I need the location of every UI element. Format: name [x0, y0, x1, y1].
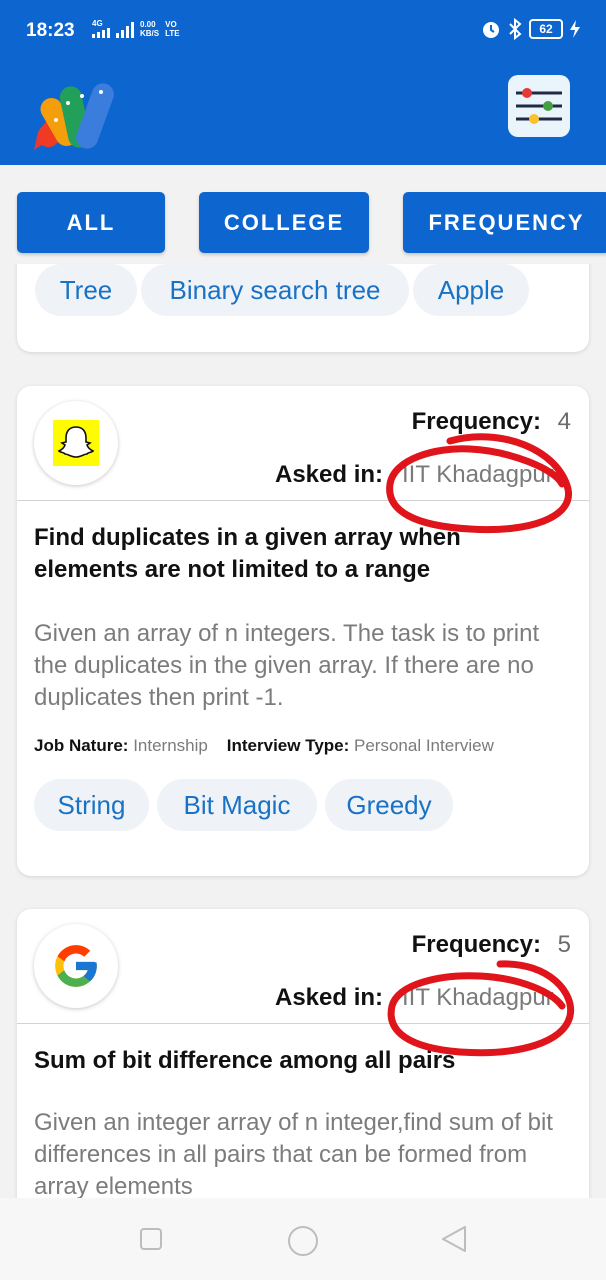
charging-icon	[570, 20, 580, 38]
back-triangle-icon[interactable]	[441, 1225, 467, 1253]
home-circle-icon[interactable]	[287, 1225, 319, 1257]
filter-chips: ALL COLLEGE FREQUENCY	[0, 192, 606, 254]
frequency-label: Frequency:	[411, 408, 541, 435]
question-description: Given an integer array of n integer,find…	[34, 1109, 553, 1198]
battery-icon: 62	[529, 19, 563, 39]
tag-chip[interactable]: Bit Magic	[157, 779, 317, 831]
alarm-icon	[483, 22, 499, 38]
app-bar	[0, 62, 606, 165]
company-logo	[34, 401, 118, 485]
tag-chip[interactable]: Greedy	[325, 779, 453, 831]
volte-top: VO	[165, 20, 177, 29]
question-title[interactable]: Sum of bit difference among all pairs	[34, 1045, 554, 1077]
google-icon	[55, 945, 97, 987]
question-description: Given an array of n integers. The task i…	[34, 620, 540, 711]
filter-college-button[interactable]: COLLEGE	[199, 192, 369, 253]
system-nav-bar	[0, 1198, 606, 1280]
card-divider	[17, 500, 589, 501]
signal-icon	[92, 28, 110, 38]
job-nature-value: Internship	[133, 736, 208, 755]
status-icons: 62	[481, 18, 580, 40]
company-logo	[34, 924, 118, 1008]
status-time: 18:23	[26, 20, 75, 41]
volte-bottom: LTE	[165, 29, 180, 38]
question-card[interactable]: Frequency: 4 Asked in: IIT Khadagpur Fin…	[17, 386, 589, 876]
frequency-label: Frequency:	[411, 931, 541, 958]
tag-chip[interactable]: Binary search tree	[141, 264, 409, 316]
network-type: 4G	[92, 19, 103, 28]
asked-in-value: IIT Khadagpur	[402, 984, 554, 1011]
network-indicators: 4G 0.00 KB/S VO LTE	[92, 19, 180, 38]
job-meta: Job Nature: Internship Interview Type: P…	[34, 736, 494, 756]
snapchat-icon	[53, 420, 99, 466]
question-card-partial[interactable]: Tree Binary search tree Apple	[17, 264, 589, 352]
recents-square-icon[interactable]	[139, 1227, 163, 1251]
app-logo-icon[interactable]	[32, 80, 122, 152]
tag-chip[interactable]: String	[34, 779, 149, 831]
card-divider	[17, 1023, 589, 1024]
filter-sliders-icon	[516, 88, 562, 124]
speed-value: 0.00	[140, 20, 156, 29]
frequency-value: 5	[557, 931, 571, 958]
interview-type-value: Personal Interview	[354, 736, 494, 755]
question-title[interactable]: Find duplicates in a given array when el…	[34, 522, 554, 586]
asked-in-value: IIT Khadagpur	[402, 461, 554, 488]
tag-chip[interactable]: Tree	[35, 264, 137, 316]
job-nature-label: Job Nature:	[34, 736, 129, 755]
frequency-value: 4	[557, 408, 571, 435]
filter-all-button[interactable]: ALL	[17, 192, 165, 253]
tag-chip[interactable]: Apple	[413, 264, 529, 316]
bluetooth-icon	[509, 18, 522, 40]
filter-button[interactable]	[508, 75, 570, 137]
question-list[interactable]: Tree Binary search tree Apple Frequency:…	[0, 264, 606, 1198]
signal-strength-icon	[116, 20, 134, 38]
question-card[interactable]: Frequency: 5 Asked in: IIT Khadagpur Sum…	[17, 909, 589, 1198]
status-bar: 18:23 4G 0.00 KB/S VO LTE 62	[0, 0, 606, 62]
filter-frequency-button[interactable]: FREQUENCY	[403, 192, 606, 253]
asked-in-label: Asked in:	[275, 461, 384, 488]
speed-unit: KB/S	[140, 29, 160, 38]
asked-in-label: Asked in:	[275, 984, 384, 1011]
interview-type-label: Interview Type:	[226, 736, 350, 755]
